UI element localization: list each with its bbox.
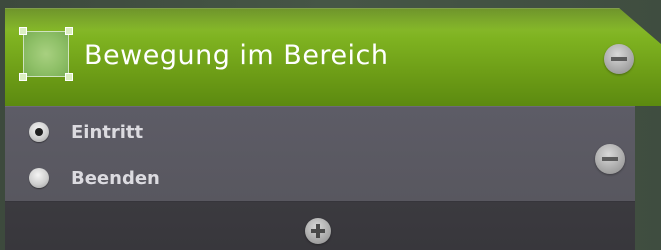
corner-handle-icon	[65, 73, 73, 81]
add-bar	[5, 202, 635, 250]
minus-icon	[602, 157, 618, 161]
corner-handle-icon	[19, 73, 27, 81]
corner-handle-icon	[19, 27, 27, 35]
add-trigger-button[interactable]	[305, 218, 331, 244]
header-shade	[5, 8, 661, 30]
remove-trigger-button[interactable]	[595, 144, 625, 174]
option-label-exit: Beenden	[71, 167, 160, 189]
remove-zone-button[interactable]	[604, 44, 634, 74]
radio-selected-icon[interactable]	[29, 122, 49, 142]
zone-area-icon	[19, 27, 73, 81]
option-exit[interactable]: Beenden	[29, 165, 160, 191]
zone-title: Bewegung im Bereich	[84, 40, 389, 71]
zone-area-fill	[23, 31, 69, 77]
corner-handle-icon	[65, 27, 73, 35]
trigger-options-panel: Eintritt Beenden	[5, 106, 635, 203]
option-label-entry: Eintritt	[71, 121, 144, 143]
radio-unselected-icon[interactable]	[29, 168, 49, 188]
option-entry[interactable]: Eintritt	[29, 119, 143, 145]
event-editor: Bewegung im Bereich Eintritt Beenden	[0, 0, 661, 250]
plus-icon	[316, 224, 320, 238]
minus-icon	[611, 57, 627, 61]
